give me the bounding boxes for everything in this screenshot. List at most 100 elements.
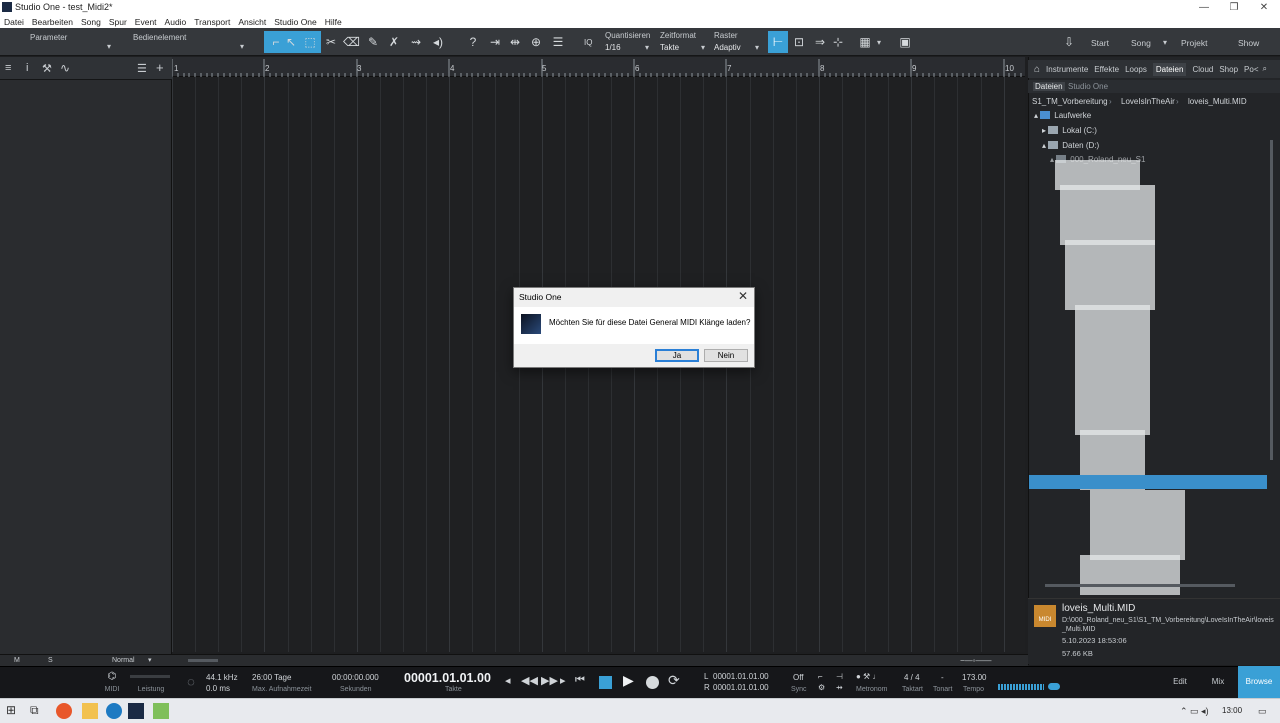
follow-icon[interactable]: ⇹ xyxy=(507,34,523,50)
list-icon[interactable]: ☰ xyxy=(137,62,147,75)
layout-dropdown-icon[interactable]: ▾ xyxy=(877,38,881,47)
settings-icon[interactable]: ⚙ xyxy=(818,683,825,692)
subtab-studio-one[interactable]: Studio One xyxy=(1068,82,1108,91)
output-toggle[interactable] xyxy=(1048,683,1060,690)
minimize-button[interactable]: — xyxy=(1190,0,1218,15)
tab-effekte[interactable]: Effekte xyxy=(1094,65,1119,74)
browse-button[interactable]: Browse xyxy=(1238,666,1280,698)
range-tool-icon[interactable]: ⬚ xyxy=(302,34,318,50)
pencil-tool-icon[interactable]: ✎ xyxy=(365,34,381,50)
precount-icon[interactable]: ⌐ xyxy=(818,672,823,681)
mute-tool-icon[interactable]: ✗ xyxy=(386,34,402,50)
return-to-zero-icon[interactable]: ⏮ xyxy=(575,674,585,687)
menu-hilfe[interactable]: Hilfe xyxy=(325,17,342,27)
record-button[interactable] xyxy=(646,676,659,689)
seconds-display[interactable]: 00:00:00.000 xyxy=(332,673,379,682)
sync-value[interactable]: Off xyxy=(793,673,804,682)
menu-audio[interactable]: Audio xyxy=(165,17,187,27)
next-marker-icon[interactable]: ▸ xyxy=(560,674,566,687)
tab-shop[interactable]: Shop xyxy=(1219,65,1238,74)
grid-snap-icon[interactable]: ⌐ xyxy=(268,34,284,50)
tree-item-lokal[interactable]: ▸ Lokal (C:) xyxy=(1042,126,1097,135)
eraser-tool-icon[interactable]: ⌫ xyxy=(343,34,360,50)
loop-end[interactable]: 00001.01.01.00 xyxy=(713,683,769,692)
automation-icon[interactable]: ∿ xyxy=(60,61,70,75)
horizontal-scrollbar[interactable] xyxy=(188,659,218,662)
menu-icon[interactable]: ≡ xyxy=(5,62,11,74)
file-explorer-icon[interactable] xyxy=(82,703,98,719)
app-icon[interactable] xyxy=(106,703,122,719)
snap-end-icon[interactable]: ⇒ xyxy=(812,34,828,50)
search-icon[interactable]: ⌕ xyxy=(1263,64,1267,74)
tab-pool[interactable]: Po< xyxy=(1244,65,1258,74)
task-view-icon[interactable]: ⧉ xyxy=(30,703,46,719)
timeformat-dropdown-icon[interactable]: ▾ xyxy=(701,43,705,52)
no-button[interactable]: Nein xyxy=(704,349,748,362)
track-list-panel[interactable] xyxy=(0,57,172,654)
close-button[interactable]: ✕ xyxy=(1250,0,1278,15)
dialog-close-icon[interactable]: ✕ xyxy=(738,289,748,303)
firefox-icon[interactable] xyxy=(56,703,72,719)
start-button[interactable]: Start xyxy=(1091,38,1109,48)
stop-button[interactable] xyxy=(599,676,612,689)
menu-spur[interactable]: Spur xyxy=(109,17,127,27)
song-button[interactable]: Song xyxy=(1131,38,1151,48)
grid-select[interactable]: Adaptiv xyxy=(714,43,741,52)
time-signature[interactable]: 4 / 4 xyxy=(904,673,920,682)
help-icon[interactable]: ? xyxy=(465,34,481,50)
timecode-icon[interactable]: ▣ xyxy=(897,34,913,50)
loop-button[interactable]: ⟳ xyxy=(668,672,680,689)
bedienelement-dropdown-icon[interactable]: ▾ xyxy=(240,42,244,51)
notifications-icon[interactable]: ▭ xyxy=(1258,706,1267,717)
prev-marker-icon[interactable]: ◂ xyxy=(505,674,511,687)
tools-icon[interactable]: ⚒ xyxy=(42,62,52,75)
breadcrumb-item[interactable]: S1_TM_Vorbereitung xyxy=(1032,97,1108,106)
home-icon[interactable]: ⌂ xyxy=(1034,64,1040,75)
marker-icon[interactable]: ☰ xyxy=(550,34,566,50)
loop-start[interactable]: 00001.01.01.00 xyxy=(713,672,769,681)
zoom-icon[interactable]: ⊕ xyxy=(528,34,544,50)
position-display[interactable]: 00001.01.01.00 xyxy=(404,671,491,685)
yes-button[interactable]: Ja xyxy=(655,349,699,362)
layout-icon[interactable]: ▦ xyxy=(857,34,873,50)
snap-edge-icon[interactable]: ⊡ xyxy=(791,34,807,50)
parameter-dropdown-icon[interactable]: ▾ xyxy=(107,42,111,51)
download-icon[interactable]: ⇩ xyxy=(1061,34,1077,50)
browser-scrollbar[interactable] xyxy=(1270,140,1273,460)
grid-dropdown-icon[interactable]: ▾ xyxy=(755,43,759,52)
key[interactable]: - xyxy=(941,673,944,682)
track-mode-select[interactable]: Normal xyxy=(112,657,135,664)
song-dropdown-icon[interactable]: ▾ xyxy=(1163,38,1167,47)
split-tool-icon[interactable]: ✂ xyxy=(323,34,339,50)
add-track-icon[interactable]: + xyxy=(156,60,164,75)
tab-dateien[interactable]: Dateien xyxy=(1152,62,1187,76)
menu-song[interactable]: Song xyxy=(81,17,101,27)
subtab-dateien[interactable]: Dateien xyxy=(1033,82,1065,91)
solo-all-button[interactable]: S xyxy=(48,657,53,664)
edit-button[interactable]: Edit xyxy=(1164,666,1196,698)
tab-cloud[interactable]: Cloud xyxy=(1192,65,1213,74)
mute-all-button[interactable]: M xyxy=(14,657,20,664)
snap-cursor-icon[interactable]: ⊹ xyxy=(830,34,846,50)
tab-loops[interactable]: Loops xyxy=(1125,65,1147,74)
skip-icon[interactable]: ⇸ xyxy=(836,683,843,692)
loop-icon[interactable]: ⊣ xyxy=(836,672,843,681)
browser-hscrollbar[interactable] xyxy=(1045,584,1235,587)
play-button[interactable]: ▶ xyxy=(623,672,634,689)
timeformat-select[interactable]: Takte xyxy=(660,43,679,52)
timeline-ruler[interactable]: 1 2 3 4 5 6 7 8 9 10 xyxy=(172,57,1025,77)
metronome-toggle-icon[interactable]: ● ⚒ ♩ xyxy=(856,672,880,681)
studio-one-taskbar-icon[interactable] xyxy=(128,703,144,719)
mix-button[interactable]: Mix xyxy=(1202,666,1234,698)
menu-bearbeiten[interactable]: Bearbeiten xyxy=(32,17,73,27)
menu-transport[interactable]: Transport xyxy=(194,17,230,27)
menu-studio-one[interactable]: Studio One xyxy=(274,17,317,27)
breadcrumb-item[interactable]: LoveIsInTheAir xyxy=(1121,97,1175,106)
tree-item-laufwerke[interactable]: ▴ Laufwerke xyxy=(1034,111,1091,120)
tray-icons[interactable]: ⌃ ▭ ◂) xyxy=(1180,706,1209,717)
inspector-icon[interactable]: i xyxy=(26,62,28,74)
bend-tool-icon[interactable]: ⇝ xyxy=(408,34,424,50)
show-button[interactable]: Show xyxy=(1238,38,1259,48)
forward-icon[interactable]: ▶▶ xyxy=(541,674,558,687)
quantize-dropdown-icon[interactable]: ▾ xyxy=(645,43,649,52)
